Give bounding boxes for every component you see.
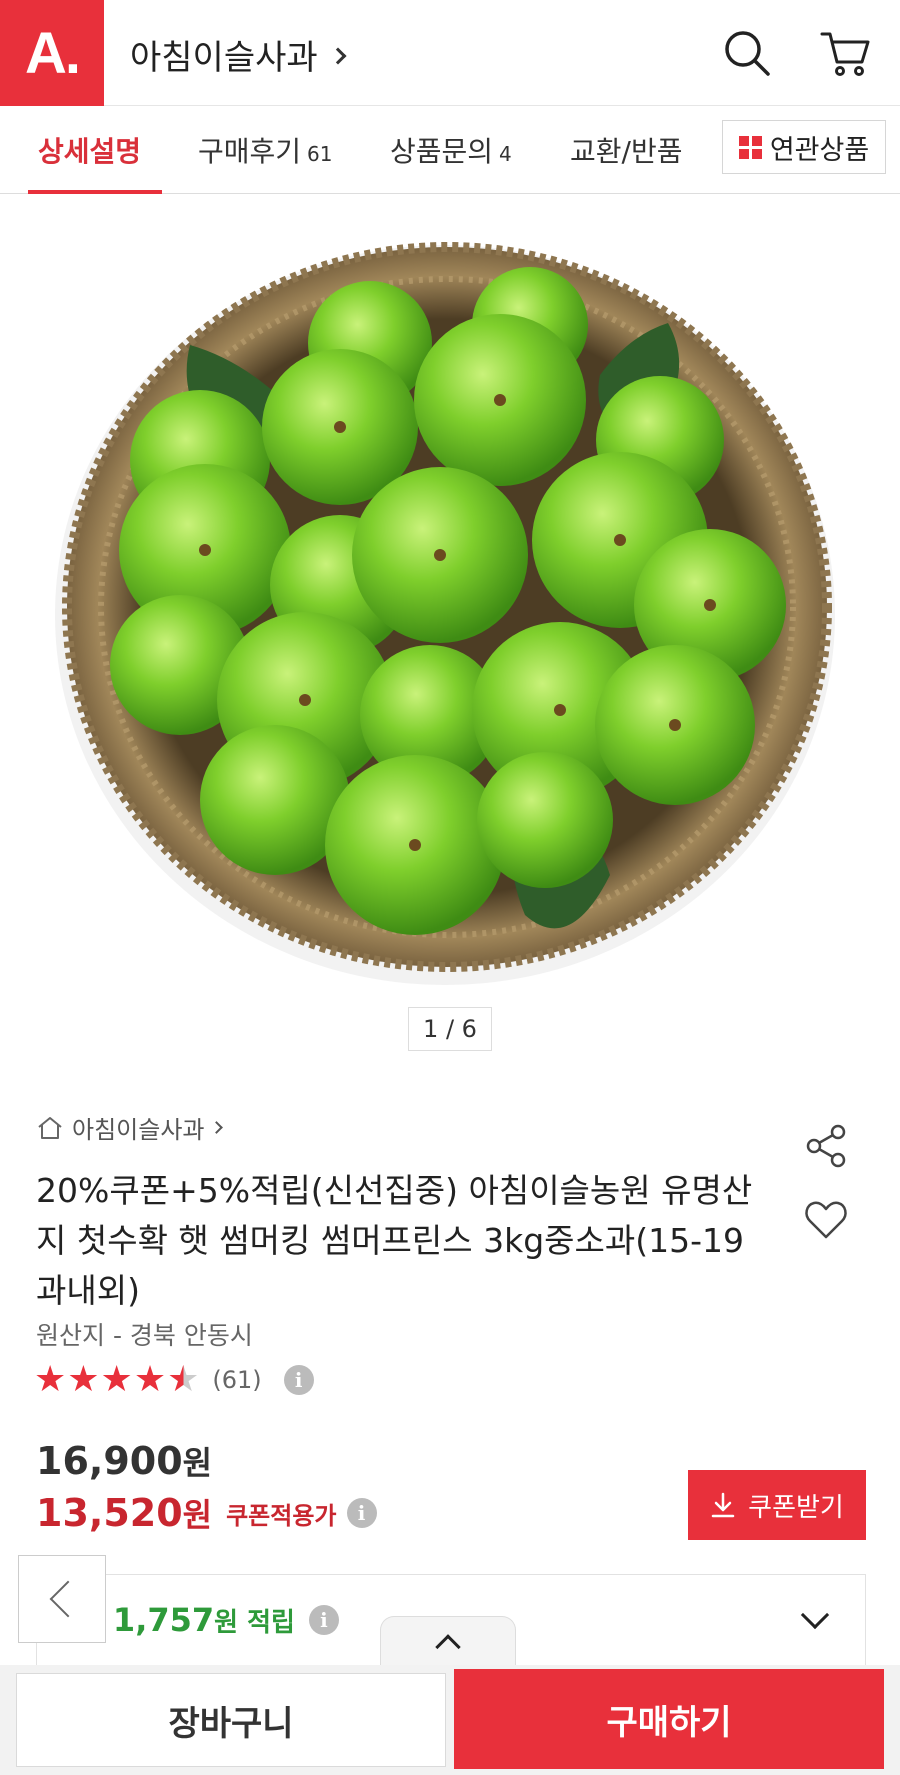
product-tabs: 상세설명 구매후기 61 상품문의 4 교환/반품 연관상품 (0, 106, 900, 194)
tab-count: 61 (307, 142, 333, 166)
share-icon[interactable] (802, 1122, 850, 1170)
chevron-right-icon (329, 47, 347, 64)
info-icon[interactable]: i (283, 1365, 314, 1395)
product-title: 20%쿠폰+5%적립(신선집중) 아침이슬농원 유명산지 첫수확 햇 썸머킹 썸… (36, 1171, 753, 1310)
tab-label: 상품문의 (390, 135, 494, 168)
rating-stars: ★★★★★ (34, 1359, 201, 1400)
back-button[interactable] (18, 1555, 106, 1643)
expand-options-handle[interactable] (380, 1616, 516, 1666)
points-amount: 1,757 (112, 1601, 215, 1639)
get-coupon-button[interactable]: 쿠폰받기 (688, 1470, 866, 1540)
bottom-action-bar: 장바구니 구매하기 (0, 1665, 900, 1775)
currency-unit: 원 (182, 1496, 213, 1534)
top-header: A. 아침이슬사과 (0, 0, 900, 106)
product-image-carousel[interactable]: 1 / 6 (0, 195, 900, 1075)
add-to-cart-button[interactable]: 장바구니 (16, 1673, 446, 1767)
cart-icon[interactable] (818, 26, 872, 80)
coupon-price-label: 쿠폰적용가 (226, 1501, 337, 1530)
points-info: 최 1,757 원 적립 i (81, 1601, 339, 1639)
download-icon (711, 1492, 735, 1518)
product-origin: 원산지 - 경북 안동시 (36, 1321, 253, 1350)
breadcrumb-label: 아침이슬사과 (72, 1116, 205, 1144)
chevron-up-icon (435, 1634, 461, 1660)
buy-now-button[interactable]: 구매하기 (454, 1669, 884, 1769)
tab-label: 상세설명 (38, 135, 142, 168)
grid-icon (738, 135, 762, 159)
image-pager: 1 / 6 (408, 1007, 492, 1051)
tab-exchange-return[interactable]: 교환/반품 (570, 130, 682, 170)
currency-unit: 원 (182, 1444, 213, 1482)
info-icon[interactable]: i (308, 1605, 339, 1635)
chevron-right-icon (210, 1121, 224, 1134)
store-name: 아침이슬사과 (130, 38, 318, 78)
product-image (55, 242, 835, 985)
review-count: (61) (212, 1366, 262, 1394)
related-products-button[interactable]: 연관상품 (722, 120, 886, 174)
active-tab-indicator (28, 190, 162, 194)
original-price: 16,900원 (36, 1438, 212, 1484)
tab-inquiries[interactable]: 상품문의 4 (390, 130, 512, 170)
tab-label: 구매후기 (198, 135, 302, 168)
heart-icon[interactable] (802, 1195, 850, 1243)
related-products-label: 연관상품 (769, 134, 870, 166)
brand-logo[interactable]: A. (0, 0, 104, 106)
original-price-value: 16,900 (36, 1439, 183, 1483)
info-icon[interactable]: i (346, 1498, 377, 1528)
tab-label: 교환/반품 (570, 135, 683, 168)
store-title-link[interactable]: 아침이슬사과 (130, 30, 347, 79)
points-suffix: 원 적립 (214, 1607, 295, 1638)
chevron-down-icon (800, 1600, 830, 1630)
store-breadcrumb[interactable]: 아침이슬사과 (36, 1110, 224, 1145)
sale-price: 13,520 원 쿠폰적용가 i (36, 1490, 377, 1536)
search-icon[interactable] (720, 26, 774, 80)
sale-price-value: 13,520 (36, 1491, 183, 1535)
tab-count: 4 (499, 142, 512, 166)
coupon-button-label: 쿠폰받기 (748, 1492, 844, 1523)
tab-detail[interactable]: 상세설명 (38, 130, 141, 170)
rating-row[interactable]: ★★★★★ (61) i (34, 1362, 314, 1398)
home-icon (38, 1116, 62, 1139)
tab-reviews[interactable]: 구매후기 61 (198, 130, 333, 170)
chevron-left-icon (49, 1580, 87, 1618)
